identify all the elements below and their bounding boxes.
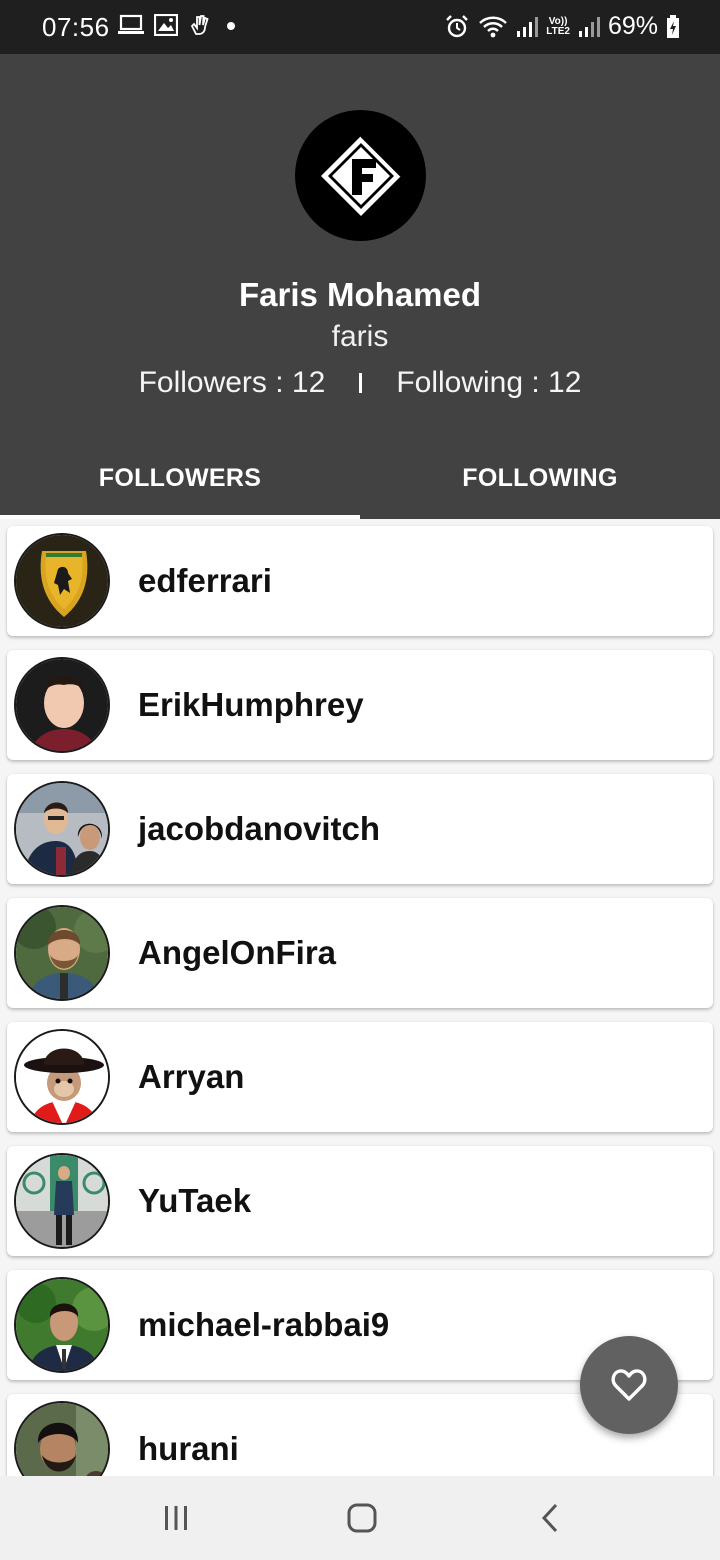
lte-label-top: Vo)) xyxy=(548,15,568,27)
profile-header: Faris Mohamed faris Followers : 12 Follo… xyxy=(0,54,720,519)
monkey-avatar xyxy=(14,1029,110,1125)
image-icon xyxy=(154,14,178,36)
follower-username: Arryan xyxy=(138,1058,245,1095)
list-item[interactable]: ErikHumphrey xyxy=(7,650,713,760)
tab-following[interactable]: FOLLOWING xyxy=(360,462,720,519)
recent-apps-icon xyxy=(165,1506,187,1530)
wifi-icon xyxy=(479,16,508,37)
person-avatar xyxy=(14,1401,110,1476)
follower-username: YuTaek xyxy=(138,1182,252,1219)
status-bar: 07:56 Vo)) LTE2 69% xyxy=(0,0,720,54)
person-avatar xyxy=(14,1277,110,1373)
ferrari-badge-avatar xyxy=(14,533,110,629)
recent-apps-button[interactable] xyxy=(156,1500,196,1536)
profile-username: faris xyxy=(331,320,389,353)
home-button[interactable] xyxy=(342,1500,382,1536)
follower-username: edferrari xyxy=(138,562,272,599)
lte-indicator: Vo)) LTE2 xyxy=(546,15,570,37)
signal-icon xyxy=(517,16,539,37)
favorite-fab-button[interactable] xyxy=(580,1336,678,1434)
person-avatar xyxy=(14,657,110,753)
system-nav-bar xyxy=(0,1476,720,1560)
f-logo-icon xyxy=(320,134,402,216)
status-time: 07:56 xyxy=(42,12,110,42)
lte-label-bottom: LTE2 xyxy=(546,25,570,37)
status-left-icons xyxy=(118,13,236,37)
followers-list[interactable]: edferrari ErikHumphrey jacobdanovitch An… xyxy=(0,519,720,1476)
tab-followers[interactable]: FOLLOWERS xyxy=(0,462,360,519)
follower-username: ErikHumphrey xyxy=(138,686,364,723)
follower-username: AngelOnFira xyxy=(138,934,337,971)
list-item[interactable]: Arryan xyxy=(7,1022,713,1132)
status-right: Vo)) LTE2 69% xyxy=(444,12,680,41)
follower-username: michael-rabbai9 xyxy=(138,1306,390,1343)
battery-icon xyxy=(667,14,679,38)
home-icon xyxy=(347,1503,377,1533)
back-icon xyxy=(541,1503,558,1533)
profile-avatar[interactable] xyxy=(295,110,426,241)
dot-icon xyxy=(227,22,235,30)
profile-name: Faris Mohamed xyxy=(238,276,482,313)
heart-icon xyxy=(611,1369,647,1401)
follower-username: hurani xyxy=(138,1430,239,1467)
alarm-icon xyxy=(446,14,469,37)
list-item[interactable]: YuTaek xyxy=(7,1146,713,1256)
follower-username: jacobdanovitch xyxy=(138,810,381,847)
stats-divider xyxy=(359,373,363,393)
laptop-icon xyxy=(118,14,144,34)
following-count: Following : 12 xyxy=(396,366,582,399)
couple-avatar xyxy=(14,781,110,877)
list-item[interactable]: jacobdanovitch xyxy=(7,774,713,884)
list-item[interactable]: edferrari xyxy=(7,526,713,636)
gesture-icon xyxy=(190,15,209,35)
person-avatar xyxy=(14,1153,110,1249)
tab-bar: FOLLOWERS FOLLOWING xyxy=(0,462,720,519)
stats-row: Followers : 12 Following : 12 xyxy=(0,366,720,400)
list-item[interactable]: AngelOnFira xyxy=(7,898,713,1008)
back-button[interactable] xyxy=(530,1500,570,1536)
followers-count: Followers : 12 xyxy=(138,366,326,399)
person-avatar xyxy=(14,905,110,1001)
signal-icon xyxy=(578,16,600,37)
battery-percent: 69% xyxy=(607,12,658,40)
